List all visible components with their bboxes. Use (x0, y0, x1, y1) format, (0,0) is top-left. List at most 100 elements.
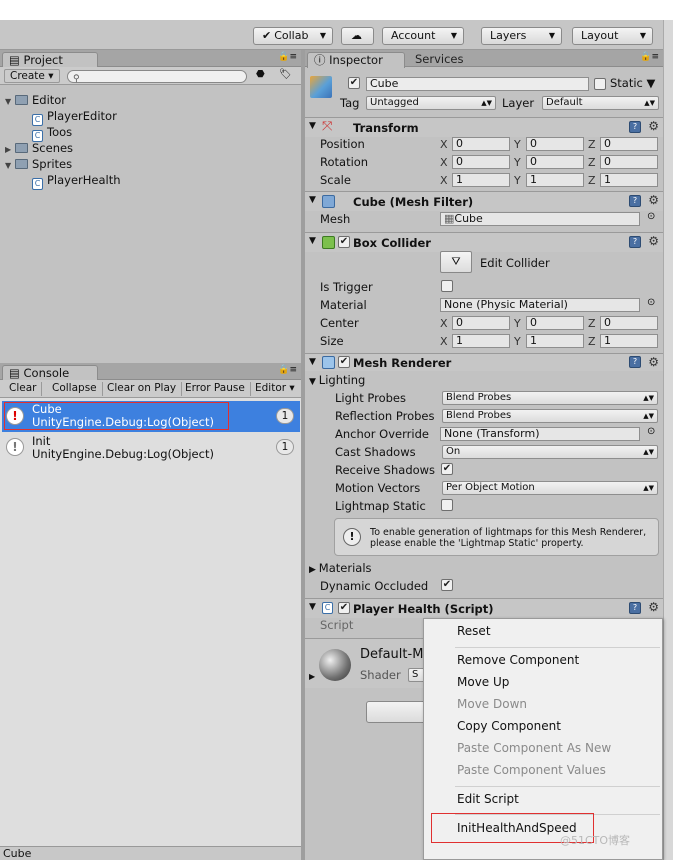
lock-icon[interactable]: 🔒≡ (278, 365, 297, 375)
edit-collider-button[interactable]: ⛛ (440, 251, 472, 273)
position-z-field[interactable]: 0 (600, 137, 658, 151)
layers-dropdown[interactable]: Layers ▼ (481, 27, 562, 45)
filter-label-icon[interactable]: 🏷 (279, 69, 292, 80)
help-icon[interactable]: ? (629, 195, 641, 207)
add-component-button[interactable] (366, 701, 426, 723)
anchor-override-field[interactable]: None (Transform) (440, 427, 640, 441)
expanded-arrow-icon[interactable]: ▼ (309, 602, 316, 612)
lock-icon[interactable]: 🔒≡ (640, 52, 659, 62)
materials-foldout[interactable]: ▶ Materials (309, 561, 372, 577)
object-picker-icon[interactable]: ⊙ (647, 211, 655, 222)
filter-type-icon[interactable]: ⬣ (256, 69, 265, 80)
is-trigger-checkbox[interactable] (441, 280, 453, 292)
rotation-axis-label[interactable]: Y (514, 156, 521, 169)
light-probes-dropdown[interactable]: Blend Probes ▲▼ (442, 391, 658, 405)
position-axis-label[interactable]: Y (514, 138, 521, 151)
tree-item-editor[interactable]: ▼ Editor (5, 92, 66, 108)
scale-z-field[interactable]: 1 (600, 173, 658, 187)
gear-icon[interactable]: ⚙ (648, 119, 659, 133)
lightmap-static-checkbox[interactable] (441, 499, 453, 511)
project-search-input[interactable]: ⚲ (67, 70, 247, 84)
receive-shadows-checkbox[interactable]: ✔ (441, 463, 453, 475)
tab-project[interactable]: ▤ Project (2, 52, 98, 68)
mesh-field[interactable]: ▦Cube (440, 212, 640, 226)
object-picker-icon[interactable]: ⊙ (647, 297, 655, 308)
log-row[interactable]: ! Init UnityEngine.Debug:Log(Object) 1 (2, 432, 300, 463)
help-icon[interactable]: ? (629, 602, 641, 614)
menu-item-edit-script[interactable]: Edit Script (457, 792, 519, 807)
center-x-field[interactable]: 0 (452, 316, 510, 330)
reflection-probes-dropdown[interactable]: Blend Probes ▲▼ (442, 409, 658, 423)
position-axis-label[interactable]: X (440, 138, 448, 151)
mesh-filter-header[interactable]: ▼ Cube (Mesh Filter) ? ⚙ (305, 191, 663, 211)
scale-axis-label[interactable]: Y (514, 174, 521, 187)
collab-button[interactable]: ✔ Collab ▼ (253, 27, 333, 45)
help-icon[interactable]: ? (629, 121, 641, 133)
clear-button[interactable]: Clear (4, 382, 43, 396)
position-x-field[interactable]: 0 (452, 137, 510, 151)
box-collider-enabled-checkbox[interactable]: ✔ (338, 236, 350, 248)
center-axis-label[interactable]: X (440, 317, 448, 330)
expanded-arrow-icon[interactable]: ▼ (5, 94, 15, 110)
box-collider-header[interactable]: ▼ ✔ Box Collider ? ⚙ (305, 232, 663, 252)
gear-icon[interactable]: ⚙ (648, 600, 659, 614)
transform-header[interactable]: ▼ ⤧ Transform ? ⚙ (305, 117, 663, 137)
tab-console[interactable]: ▤ Console (2, 365, 98, 381)
dynamic-occluded-checkbox[interactable]: ✔ (441, 579, 453, 591)
menu-item-reset[interactable]: Reset (457, 624, 491, 639)
layout-dropdown[interactable]: Layout ▼ (572, 27, 653, 45)
expanded-arrow-icon[interactable]: ▼ (309, 195, 316, 205)
menu-item-remove-component[interactable]: Remove Component (457, 653, 579, 668)
center-z-field[interactable]: 0 (600, 316, 658, 330)
size-axis-label[interactable]: Z (588, 335, 596, 348)
active-checkbox[interactable]: ✔ (348, 77, 360, 89)
scale-y-field[interactable]: 1 (526, 173, 584, 187)
rotation-axis-label[interactable]: X (440, 156, 448, 169)
tree-item-toos[interactable]: C Toos (32, 124, 72, 142)
menu-item-move-up[interactable]: Move Up (457, 675, 509, 690)
rotation-z-field[interactable]: 0 (600, 155, 658, 169)
clear-on-play-button[interactable]: Clear on Play (102, 382, 183, 396)
motion-vectors-dropdown[interactable]: Per Object Motion ▲▼ (442, 481, 658, 495)
tab-inspector[interactable]: ⓘ Inspector (307, 52, 405, 68)
mesh-renderer-header[interactable]: ▼ ✔ Mesh Renderer ? ⚙ (305, 353, 663, 371)
player-health-header[interactable]: ▼ C ✔ Player Health (Script) ? ⚙ (305, 598, 663, 618)
expanded-arrow-icon[interactable]: ▼ (309, 121, 316, 131)
position-axis-label[interactable]: Z (588, 138, 596, 151)
collapsed-arrow-icon[interactable]: ▶ (309, 672, 315, 681)
static-checkbox[interactable] (594, 78, 606, 90)
rotation-x-field[interactable]: 0 (452, 155, 510, 169)
scale-x-field[interactable]: 1 (452, 173, 510, 187)
size-z-field[interactable]: 1 (600, 334, 658, 348)
tree-item-playerhealth[interactable]: C PlayerHealth (32, 172, 121, 190)
gear-icon[interactable]: ⚙ (648, 234, 659, 248)
center-axis-label[interactable]: Z (588, 317, 596, 330)
size-axis-label[interactable]: X (440, 335, 448, 348)
tree-item-scenes[interactable]: ▶ Scenes (5, 140, 73, 156)
layer-dropdown[interactable]: Default ▲▼ (542, 96, 659, 110)
size-y-field[interactable]: 1 (526, 334, 584, 348)
error-pause-button[interactable]: Error Pause (180, 382, 251, 396)
lock-icon[interactable]: 🔒≡ (278, 52, 297, 62)
editor-dropdown[interactable]: Editor ▾ (250, 382, 300, 396)
scale-axis-label[interactable]: X (440, 174, 448, 187)
size-x-field[interactable]: 1 (452, 334, 510, 348)
size-axis-label[interactable]: Y (514, 335, 521, 348)
tag-dropdown[interactable]: Untagged ▲▼ (366, 96, 496, 110)
cast-shadows-dropdown[interactable]: On ▲▼ (442, 445, 658, 459)
gear-icon[interactable]: ⚙ (648, 355, 659, 369)
tree-item-playereditor[interactable]: C PlayerEditor (32, 108, 117, 126)
center-axis-label[interactable]: Y (514, 317, 521, 330)
create-button[interactable]: Create ▾ (4, 69, 60, 83)
tab-services[interactable]: Services (409, 52, 464, 67)
expanded-arrow-icon[interactable]: ▼ (5, 158, 15, 174)
gear-icon[interactable]: ⚙ (648, 193, 659, 207)
help-icon[interactable]: ? (629, 236, 641, 248)
player-health-enabled-checkbox[interactable]: ✔ (338, 602, 350, 614)
lighting-foldout[interactable]: ▼ Lighting (309, 373, 365, 389)
object-picker-icon[interactable]: ⊙ (647, 426, 655, 437)
position-y-field[interactable]: 0 (526, 137, 584, 151)
static-label[interactable]: Static ▼ (610, 76, 655, 90)
gameobject-name-input[interactable]: Cube (366, 77, 589, 91)
help-icon[interactable]: ? (629, 356, 641, 368)
